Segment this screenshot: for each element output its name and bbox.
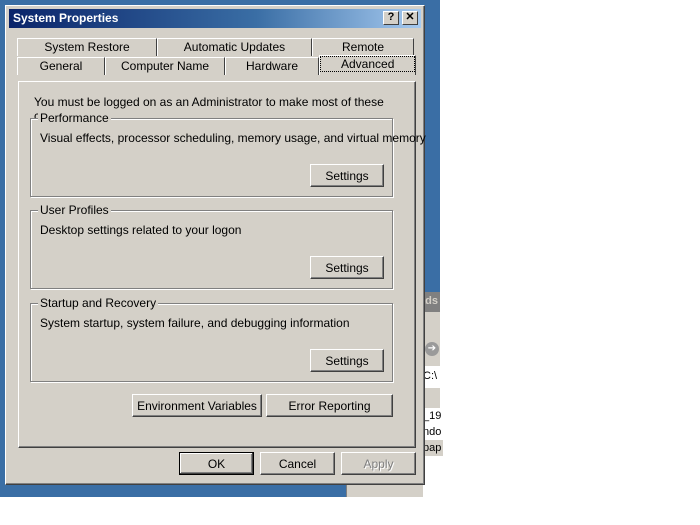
list-item[interactable]: pap: [423, 440, 443, 456]
performance-group: Performance Visual effects, processor sc…: [30, 111, 426, 197]
list-item[interactable]: ndo: [423, 424, 443, 440]
environment-variables-button[interactable]: Environment Variables: [132, 394, 262, 417]
system-properties-dialog: System Properties ? ✕ System Restore Aut…: [5, 5, 426, 485]
background-address-field[interactable]: C:\: [423, 366, 443, 388]
group-description: System startup, system failure, and debu…: [40, 316, 350, 330]
help-icon: ?: [387, 11, 395, 23]
user-profiles-group: User Profiles Desktop settings related t…: [30, 203, 393, 289]
tab-hardware[interactable]: Hardware: [225, 57, 319, 75]
group-label: Performance: [38, 111, 111, 125]
error-reporting-button[interactable]: Error Reporting: [266, 394, 393, 417]
tab-advanced[interactable]: Advanced: [319, 55, 416, 75]
close-button[interactable]: ✕: [402, 11, 418, 25]
group-label: Startup and Recovery: [38, 296, 159, 310]
go-arrow-icon[interactable]: ➔: [425, 342, 439, 356]
tab-automatic-updates[interactable]: Automatic Updates: [157, 38, 312, 56]
close-icon: ✕: [405, 11, 415, 23]
tab-remote[interactable]: Remote: [312, 38, 414, 56]
help-button[interactable]: ?: [383, 11, 399, 25]
tab-system-restore[interactable]: System Restore: [17, 38, 157, 56]
background-file-list: _19 ndo pap: [423, 408, 443, 497]
tab-general[interactable]: General: [17, 57, 105, 75]
group-description: Visual effects, processor scheduling, me…: [40, 131, 426, 145]
dialog-title: System Properties: [13, 11, 119, 25]
apply-button[interactable]: Apply: [341, 452, 416, 475]
tab-computer-name[interactable]: Computer Name: [105, 57, 225, 75]
group-label: User Profiles: [38, 203, 111, 217]
group-description: Desktop settings related to your logon: [40, 223, 242, 237]
startup-recovery-group: Startup and Recovery System startup, sys…: [30, 296, 393, 382]
list-item[interactable]: _19: [423, 408, 443, 424]
title-bar[interactable]: System Properties ? ✕: [9, 9, 421, 28]
startup-recovery-settings-button[interactable]: Settings: [310, 349, 384, 372]
performance-settings-button[interactable]: Settings: [310, 164, 384, 187]
ok-button[interactable]: OK: [179, 452, 254, 475]
user-profiles-settings-button[interactable]: Settings: [310, 256, 384, 279]
cancel-button[interactable]: Cancel: [260, 452, 335, 475]
